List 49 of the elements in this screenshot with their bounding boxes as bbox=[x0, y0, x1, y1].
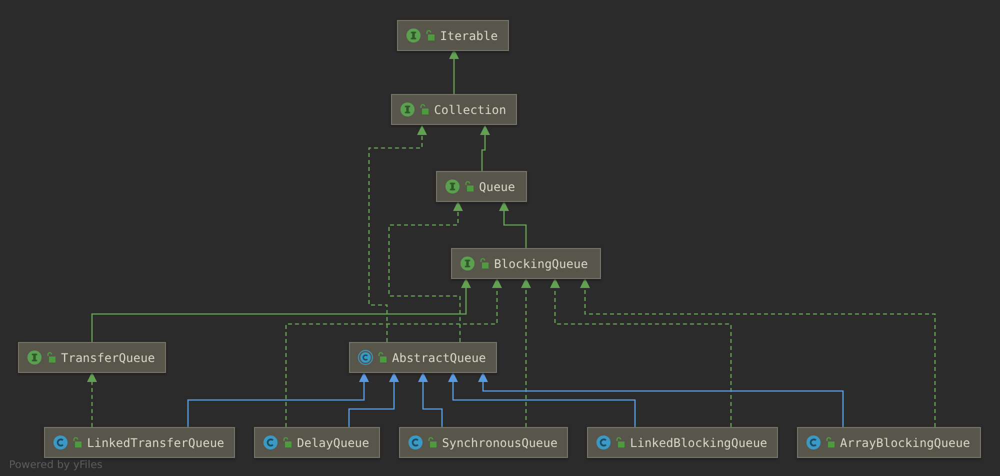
interface-node[interactable]: BlockingQueue bbox=[451, 248, 601, 279]
node-label: Collection bbox=[434, 102, 506, 118]
node-label: TransferQueue bbox=[61, 350, 155, 366]
class-node[interactable]: LinkedBlockingQueue bbox=[587, 427, 778, 458]
class-node[interactable]: DelayQueue bbox=[254, 427, 380, 458]
class-icon bbox=[263, 435, 278, 450]
lock-icon bbox=[420, 104, 429, 115]
interface-icon bbox=[406, 28, 421, 43]
class-node[interactable]: SynchronousQueue bbox=[399, 427, 568, 458]
class-icon bbox=[53, 435, 68, 450]
node-label: ArrayBlockingQueue bbox=[840, 434, 970, 452]
class-node[interactable]: LinkedTransferQueue bbox=[44, 427, 235, 458]
implementation-arrow bbox=[87, 372, 97, 427]
interface-icon bbox=[400, 102, 415, 117]
lock-icon bbox=[480, 258, 489, 269]
abstract-class-icon bbox=[358, 350, 373, 365]
class-icon bbox=[806, 435, 821, 450]
lock-icon bbox=[826, 437, 835, 448]
node-label: Queue bbox=[479, 178, 516, 196]
interface-node[interactable]: Queue bbox=[436, 171, 527, 202]
node-label: LinkedBlockingQueue bbox=[630, 434, 768, 452]
node-label: LinkedTransferQueue bbox=[87, 434, 224, 452]
lock-icon bbox=[426, 30, 435, 41]
node-label: SynchronousQueue bbox=[442, 434, 558, 452]
interface-node[interactable]: Iterable bbox=[397, 20, 509, 51]
interface-icon bbox=[460, 256, 475, 271]
class-node[interactable]: ArrayBlockingQueue bbox=[797, 427, 981, 458]
inheritance-arrow bbox=[418, 372, 443, 427]
class-icon bbox=[408, 435, 423, 450]
interface-inheritance-arrow bbox=[499, 201, 527, 248]
class-node[interactable]: AbstractQueue bbox=[349, 342, 497, 373]
class-icon bbox=[596, 435, 611, 450]
interface-inheritance-arrow bbox=[449, 49, 459, 94]
interface-icon bbox=[445, 179, 460, 194]
interface-inheritance-arrow bbox=[480, 125, 490, 171]
lock-icon bbox=[283, 437, 292, 448]
node-label: AbstractQueue bbox=[392, 350, 486, 366]
lock-icon bbox=[465, 181, 474, 192]
node-label: DelayQueue bbox=[297, 434, 370, 452]
lock-icon bbox=[47, 352, 56, 363]
interface-node[interactable]: TransferQueue bbox=[18, 342, 166, 373]
interface-node[interactable]: Collection bbox=[391, 94, 517, 125]
node-label: BlockingQueue bbox=[494, 256, 588, 272]
lock-icon bbox=[73, 437, 82, 448]
node-label: Iterable bbox=[440, 28, 498, 44]
lock-icon bbox=[428, 437, 437, 448]
lock-icon bbox=[616, 437, 625, 448]
lock-icon bbox=[378, 352, 387, 363]
interface-icon bbox=[27, 350, 42, 365]
